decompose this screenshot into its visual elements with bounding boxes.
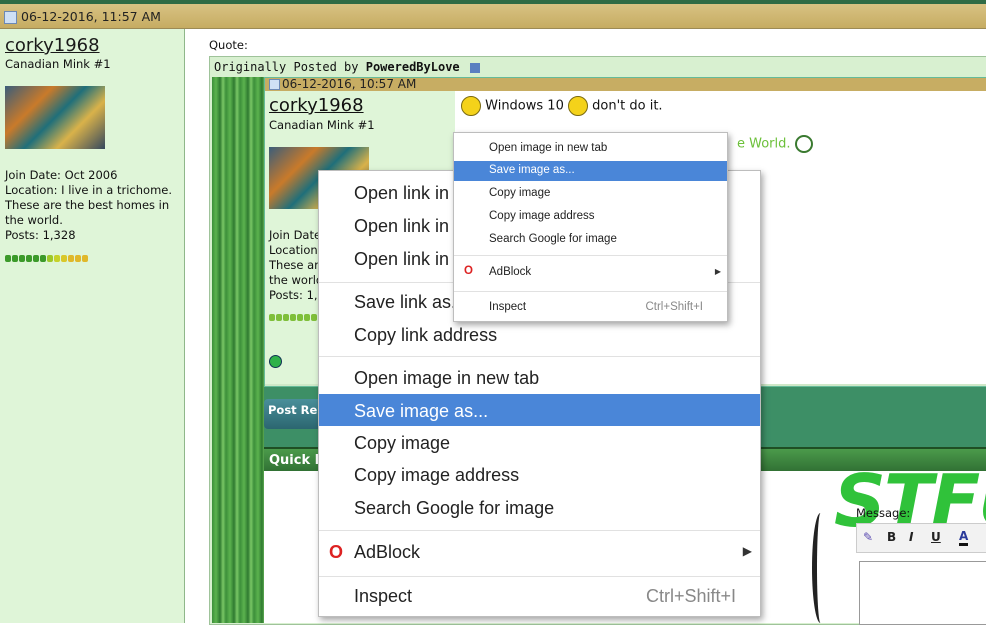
menu-separator [319,356,760,357]
small-context-menu: Open image in new tab Save image as... C… [453,132,728,322]
bold-button: B [887,530,897,544]
inner-username: corky1968 [269,95,364,116]
menu-inspect[interactable]: Inspect Ctrl+Shift+I [319,583,760,616]
small-menu-adblock[interactable]: O AdBlock ▶ [454,263,727,285]
small-menu-copy-image[interactable]: Copy image [454,184,727,206]
smiley-icon [568,96,588,116]
small-menu-open-image-new-tab[interactable]: Open image in new tab [454,139,727,161]
drawn-stroke [812,513,829,623]
grass-image [212,77,264,623]
location-line-3: the world. [5,213,63,227]
user-title: Canadian Mink #1 [5,57,111,71]
avatar[interactable] [5,86,105,149]
quote-attribution: Originally Posted by PoweredByLove [214,60,480,74]
smiley-icon [461,96,481,116]
quote-author: PoweredByLove [365,60,460,74]
view-post-icon[interactable] [469,62,480,73]
small-menu-inspect[interactable]: Inspect Ctrl+Shift+I [454,298,727,320]
menu-separator [454,255,727,256]
message-label: Message: [856,506,911,520]
post-date: 06-12-2016, 11:57 AM [21,9,161,24]
message-line: Windows 10 don't do it. [461,96,663,116]
inspect-label: Inspect [354,586,413,606]
menu-copy-link-address[interactable]: Copy link address [319,323,760,356]
user-sidebar: corky1968 Canadian Mink #1 Join Date: Oc… [0,29,185,623]
menu-copy-image-address[interactable]: Copy image address [319,463,760,496]
menu-copy-image[interactable]: Copy image [319,430,760,463]
inner-reputation-bar [269,306,318,321]
format-icon: ✎ [863,530,874,544]
inner-post-icon [269,79,280,90]
menu-open-image-new-tab[interactable]: Open image in new tab [319,364,760,397]
post-count: Posts: 1,328 [5,228,76,242]
inspect-shortcut: Ctrl+Shift+I [645,586,736,606]
small-menu-search-google[interactable]: Search Google for image [454,230,727,252]
inner-header: 06-12-2016, 10:57 AM [265,77,986,91]
message-textarea [859,561,986,625]
message-part2: don't do it. [592,98,663,114]
location-line-2: These are the best homes in [5,198,170,212]
user-info: Join Date: Oct 2006 Location: I live in … [5,168,181,243]
originally-posted-by: Originally Posted by [214,60,359,74]
menu-save-image-as[interactable]: Save image as... [319,394,760,426]
italic-button: I [909,530,914,544]
quote-label: Quote: [209,38,248,52]
signature-text: e World. [737,135,813,153]
small-menu-copy-image-address[interactable]: Copy image address [454,207,727,229]
post-header: 06-12-2016, 11:57 AM [0,4,986,29]
inspect-label: Inspect [489,301,527,313]
adblock-label: AdBlock [354,542,421,562]
menu-separator [319,530,760,531]
post-icon [4,11,17,24]
inspect-shortcut: Ctrl+Shift+I [645,301,703,313]
adblock-icon: O [329,542,344,562]
submenu-arrow-icon: ▶ [714,267,721,276]
underline-button: U [931,530,941,544]
globe-icon [794,135,813,153]
menu-adblock[interactable]: O AdBlock ▶ [319,539,760,572]
username-link[interactable]: corky1968 [5,35,100,56]
font-color-button: A [959,530,969,546]
online-status-icon [269,353,282,372]
menu-separator [454,291,727,292]
signature-label: e World. [737,136,791,152]
submenu-arrow-icon: ▶ [742,544,752,558]
adblock-label: AdBlock [489,266,532,278]
join-date: Join Date: Oct 2006 [5,168,118,182]
adblock-icon: O [464,265,473,277]
inner-user-title: Canadian Mink #1 [269,118,375,132]
editor-toolbar: ✎ B I U A [856,523,986,553]
reputation-bar [5,247,89,262]
small-menu-save-image-as[interactable]: Save image as... [454,161,727,181]
inner-date: 06-12-2016, 10:57 AM [282,77,417,91]
location-line-1: Location: I live in a trichome. [5,183,172,197]
message-part1: Windows 10 [485,98,564,114]
menu-separator [319,576,760,577]
menu-search-google-image[interactable]: Search Google for image [319,496,760,529]
